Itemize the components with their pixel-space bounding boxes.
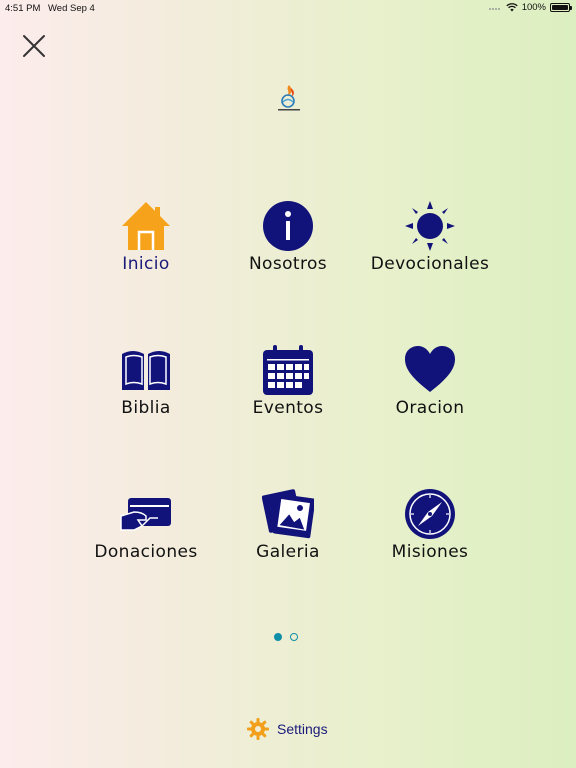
settings-button[interactable]: Settings (247, 718, 328, 740)
photos-icon (262, 489, 314, 539)
menu-item-biblia[interactable]: Biblia (76, 344, 216, 434)
status-bar: 4:51 PM Wed Sep 4 100% (0, 0, 576, 16)
logo-icon (278, 85, 300, 111)
status-time: 4:51 PM (5, 3, 41, 14)
status-right: 100% (488, 2, 572, 13)
battery-fill (552, 5, 568, 10)
menu-item-label: Inicio (122, 254, 170, 274)
menu-item-label: Donaciones (94, 542, 198, 562)
menu-item-galeria[interactable]: Galeria (218, 488, 358, 578)
sun-icon (405, 201, 455, 251)
page-indicator (274, 633, 298, 641)
page-dot-1[interactable] (274, 633, 282, 641)
menu-item-donaciones[interactable]: Donaciones (76, 488, 216, 578)
menu-item-label: Oracion (395, 398, 465, 418)
menu-item-devocionales[interactable]: Devocionales (360, 200, 500, 290)
close-button[interactable] (20, 32, 48, 60)
settings-label: Settings (277, 721, 328, 737)
calendar-icon (263, 345, 313, 395)
menu-item-nosotros[interactable]: Nosotros (218, 200, 358, 290)
menu-item-oracion[interactable]: Oracion (360, 344, 500, 434)
menu-item-eventos[interactable]: Eventos (218, 344, 358, 434)
menu-item-label: Eventos (252, 398, 324, 418)
info-icon (263, 201, 313, 251)
page-dot-2[interactable] (290, 633, 298, 641)
menu-item-misiones[interactable]: Misiones (360, 488, 500, 578)
battery-icon (550, 3, 572, 12)
donation-card-icon (120, 498, 171, 531)
menu-item-label: Devocionales (370, 254, 490, 274)
battery-percent: 100% (521, 2, 546, 13)
compass-icon (405, 489, 455, 539)
book-icon (122, 351, 170, 390)
church-logo (276, 84, 302, 112)
signal-dots-icon (488, 7, 500, 10)
menu-item-label: Misiones (391, 542, 469, 562)
menu-item-label: Nosotros (248, 254, 328, 274)
close-icon (23, 35, 45, 57)
menu-item-label: Biblia (121, 398, 171, 418)
menu-item-label: Galeria (256, 542, 320, 562)
home-icon (122, 202, 170, 250)
menu-item-inicio[interactable]: Inicio (76, 200, 216, 290)
wifi-icon (506, 3, 518, 12)
heart-icon (405, 346, 455, 392)
status-date: Wed Sep 4 (48, 3, 95, 14)
gear-icon (247, 718, 269, 740)
